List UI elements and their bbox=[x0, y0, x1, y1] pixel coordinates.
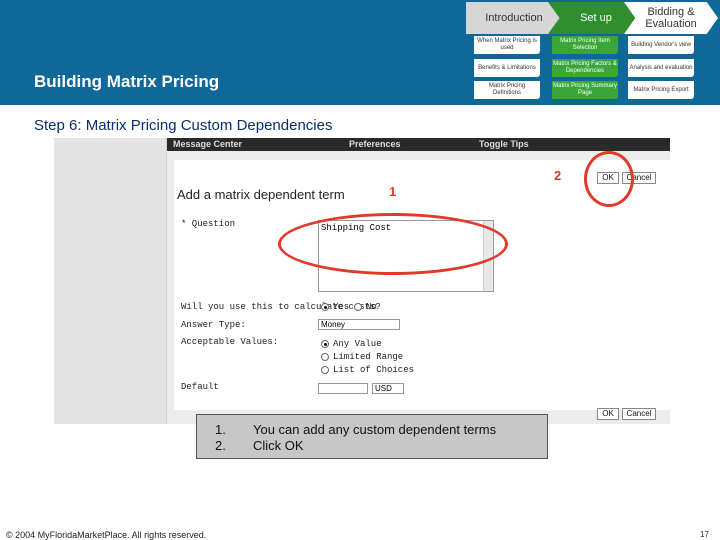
preferences-link[interactable]: Preferences bbox=[349, 139, 401, 149]
subtab-analysis[interactable]: Analysis and evaluation bbox=[628, 59, 694, 77]
ok-label: OK bbox=[602, 409, 614, 418]
list-of-choices-radio[interactable] bbox=[321, 366, 329, 374]
subtab-benefits[interactable]: Benefits & Limitations bbox=[474, 59, 540, 77]
yes-radio[interactable] bbox=[321, 303, 329, 311]
tab-setup-label: Set up bbox=[580, 12, 612, 24]
list-of-choices-label: List of Choices bbox=[333, 365, 415, 375]
cancel-button-bottom[interactable]: Cancel bbox=[622, 408, 656, 420]
answer-type-label: Answer Type: bbox=[181, 320, 246, 330]
copyright-footer: © 2004 MyFloridaMarketPlace. All rights … bbox=[6, 530, 207, 540]
subtab-factors[interactable]: Matrix Pricing Factors & Dependencies bbox=[552, 59, 618, 77]
subtab-label: Matrix Pricing Item Selection bbox=[560, 38, 610, 51]
callout-text: You can add any custom dependent terms C… bbox=[253, 422, 496, 454]
no-radio[interactable] bbox=[354, 303, 362, 311]
limited-range-radio[interactable] bbox=[321, 353, 329, 361]
answer-type-select[interactable]: Money bbox=[318, 319, 400, 330]
instruction-callout: 1. 2. You can add any custom dependent t… bbox=[196, 414, 548, 459]
tab-bidding-label: Bidding & Evaluation bbox=[645, 6, 697, 30]
tab-bidding-evaluation[interactable]: Bidding & Evaluation bbox=[624, 2, 718, 34]
limited-range-label: Limited Range bbox=[333, 352, 404, 362]
subtab-label: Benefits & Limitations bbox=[478, 64, 536, 71]
subtab-label: When Matrix Pricing is used bbox=[477, 38, 537, 51]
callout-num-1: 1. bbox=[215, 422, 226, 437]
subtab-label: Matrix Pricing Factors & Dependencies bbox=[553, 61, 617, 74]
callout-line-2: Click OK bbox=[253, 438, 304, 453]
yes-label: Yes bbox=[333, 302, 350, 312]
subtab-export[interactable]: Matrix Pricing Export bbox=[628, 81, 694, 99]
subtab-vendor-view[interactable]: Building Vendor's view bbox=[628, 36, 694, 54]
page-title: Building Matrix Pricing bbox=[34, 72, 220, 91]
no-label: No bbox=[366, 302, 377, 312]
any-value-radio[interactable] bbox=[321, 340, 329, 348]
subtab-label: Matrix Pricing Definitions bbox=[488, 83, 526, 96]
subtab-summary[interactable]: Matrix Pricing Summary Page bbox=[552, 81, 618, 99]
subtab-label: Matrix Pricing Export bbox=[633, 86, 689, 93]
screenshot-topbar: Message Center Preferences Toggle Tips bbox=[167, 138, 670, 151]
subtab-when-used[interactable]: When Matrix Pricing is used bbox=[474, 36, 540, 54]
tab-introduction-label: Introduction bbox=[485, 12, 543, 24]
question-label: * Question bbox=[181, 219, 236, 229]
currency-select[interactable]: USD bbox=[372, 383, 404, 394]
form-heading: Add a matrix dependent term bbox=[177, 187, 345, 202]
currency-value: USD bbox=[375, 384, 392, 393]
subtab-definitions[interactable]: Matrix Pricing Definitions bbox=[474, 81, 540, 99]
ok-button-bottom[interactable]: OK bbox=[597, 408, 619, 420]
calc-costs-label: Will you use this to calculate costs? bbox=[181, 302, 381, 312]
subtab-label: Building Vendor's view bbox=[631, 41, 691, 48]
default-label: Default bbox=[181, 382, 219, 392]
marker-2: 2 bbox=[554, 168, 562, 183]
screenshot-left-panel bbox=[54, 138, 167, 424]
marker-1: 1 bbox=[389, 184, 397, 199]
callout-num-2: 2. bbox=[215, 438, 226, 453]
callout-numbers: 1. 2. bbox=[215, 422, 226, 454]
answer-type-value: Money bbox=[321, 320, 346, 329]
subtab-label: Matrix Pricing Summary Page bbox=[553, 83, 617, 96]
subtab-label: Analysis and evaluation bbox=[629, 64, 693, 71]
callout-line-1: You can add any custom dependent terms bbox=[253, 422, 497, 437]
default-amount-input[interactable] bbox=[318, 383, 368, 394]
tab-introduction[interactable]: Introduction bbox=[466, 2, 562, 34]
toggle-tips-link[interactable]: Toggle Tips bbox=[479, 139, 529, 149]
subtab-item-selection[interactable]: Matrix Pricing Item Selection bbox=[552, 36, 618, 54]
cancel-label: Cancel bbox=[626, 409, 652, 418]
any-value-label: Any Value bbox=[333, 339, 382, 349]
header-band: Introduction Set up Bidding & Evaluation… bbox=[0, 0, 720, 105]
page-number: 17 bbox=[700, 530, 709, 539]
highlight-circle-ok bbox=[584, 151, 634, 207]
step-heading: Step 6: Matrix Pricing Custom Dependenci… bbox=[34, 117, 333, 134]
acceptable-values-label: Acceptable Values: bbox=[181, 337, 279, 347]
message-center-link[interactable]: Message Center bbox=[173, 139, 242, 149]
highlight-circle-question bbox=[278, 213, 508, 275]
